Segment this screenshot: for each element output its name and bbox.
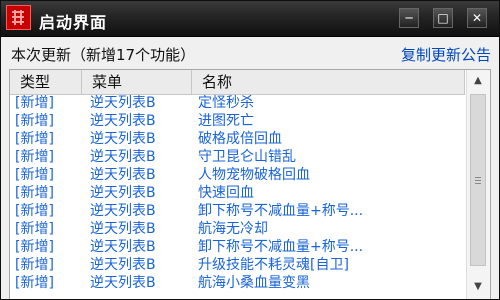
column-header-name[interactable]: 名称	[192, 70, 465, 94]
row-type: [新增]	[15, 167, 54, 183]
row-type: [新增]	[15, 113, 54, 129]
update-list[interactable]: 类型 菜单 名称 [新增] 逆天列表B 定怪秒杀 [新增] 逆天列表B 进图死亡 [新增] 逆…	[9, 69, 491, 299]
row-type: [新增]	[15, 149, 54, 165]
list-item[interactable]: [新增] 逆天列表B 破格成倍回血	[10, 130, 465, 148]
update-summary-row: 本次更新（新增17个功能） 复制更新公告	[1, 41, 499, 65]
list-item[interactable]: [新增] 逆天列表B 卸下称号不减血量+称号...	[10, 202, 465, 220]
row-type: [新增]	[15, 131, 54, 147]
maximize-button[interactable]: □	[433, 8, 453, 28]
row-menu: 逆天列表B	[90, 167, 156, 183]
list-header: 类型 菜单 名称	[10, 70, 465, 95]
app-logo-icon	[6, 5, 31, 30]
row-name: 进图死亡	[198, 113, 254, 129]
row-name: 快速回血	[198, 185, 254, 201]
grip-line	[475, 180, 481, 181]
row-name: 卸下称号不减血量+称号...	[198, 203, 364, 219]
column-header-menu[interactable]: 菜单	[82, 70, 192, 94]
list-rows: [新增] 逆天列表B 定怪秒杀 [新增] 逆天列表B 进图死亡 [新增] 逆天列表B 破格成倍回…	[10, 94, 465, 299]
row-type: [新增]	[15, 203, 54, 219]
grip-line	[475, 177, 481, 178]
row-name: 定怪秒杀	[198, 95, 254, 111]
row-name: 守卫昆仑山错乱	[198, 149, 296, 165]
row-name: 航海小桑血量变黑	[198, 275, 310, 291]
scroll-up-icon[interactable]: ▲	[469, 72, 487, 90]
row-menu: 逆天列表B	[90, 149, 156, 165]
startup-window: 启动界面 ─ □ ✕ 本次更新（新增17个功能） 复制更新公告 类型 菜单 名称…	[0, 0, 500, 300]
minimize-button[interactable]: ─	[399, 8, 419, 28]
row-menu: 逆天列表B	[90, 257, 156, 273]
list-item[interactable]: [新增] 逆天列表B 升级技能不耗灵魂[自卫]	[10, 256, 465, 274]
list-item[interactable]: [新增] 逆天列表B 守卫昆仑山错乱	[10, 148, 465, 166]
list-item[interactable]: [新增] 逆天列表B 快速回血	[10, 184, 465, 202]
row-name: 航海无冷却	[198, 221, 268, 237]
row-menu: 逆天列表B	[90, 239, 156, 255]
row-type: [新增]	[15, 239, 54, 255]
row-type: [新增]	[15, 221, 54, 237]
scroll-down-icon[interactable]: ▼	[469, 278, 487, 296]
row-name: 升级技能不耗灵魂[自卫]	[198, 257, 349, 273]
update-summary: 本次更新（新增17个功能）	[11, 46, 196, 64]
row-name: 人物宠物破格回血	[198, 167, 310, 183]
copy-notice-link[interactable]: 复制更新公告	[401, 44, 491, 65]
row-type: [新增]	[15, 95, 54, 111]
window-title: 启动界面	[39, 13, 108, 32]
list-item[interactable]: [新增] 逆天列表B 卸下称号不减血量+称号...	[10, 238, 465, 256]
row-type: [新增]	[15, 257, 54, 273]
row-menu: 逆天列表B	[90, 131, 156, 147]
row-menu: 逆天列表B	[90, 203, 156, 219]
row-menu: 逆天列表B	[90, 113, 156, 129]
row-name: 破格成倍回血	[198, 131, 282, 147]
column-header-type[interactable]: 类型	[10, 70, 82, 94]
grip-line	[475, 183, 481, 184]
title-bar[interactable]: 启动界面 ─ □ ✕	[1, 1, 499, 37]
row-menu: 逆天列表B	[90, 95, 156, 111]
close-button[interactable]: ✕	[467, 8, 487, 28]
list-item[interactable]: [新增] 逆天列表B 人物宠物破格回血	[10, 166, 465, 184]
row-type: [新增]	[15, 185, 54, 201]
row-menu: 逆天列表B	[90, 185, 156, 201]
list-item[interactable]: [新增] 逆天列表B 航海小桑血量变黑	[10, 274, 465, 292]
list-item[interactable]: [新增] 逆天列表B 进图死亡	[10, 112, 465, 130]
row-type: [新增]	[15, 275, 54, 291]
scroll-thumb[interactable]	[470, 94, 486, 266]
list-item[interactable]: [新增] 逆天列表B 航海无冷却	[10, 220, 465, 238]
row-name: 卸下称号不减血量+称号...	[198, 239, 364, 255]
vertical-scrollbar[interactable]: ▲ ▼	[466, 70, 490, 299]
row-menu: 逆天列表B	[90, 275, 156, 291]
row-menu: 逆天列表B	[90, 221, 156, 237]
list-item[interactable]: [新增] 逆天列表B 定怪秒杀	[10, 94, 465, 112]
